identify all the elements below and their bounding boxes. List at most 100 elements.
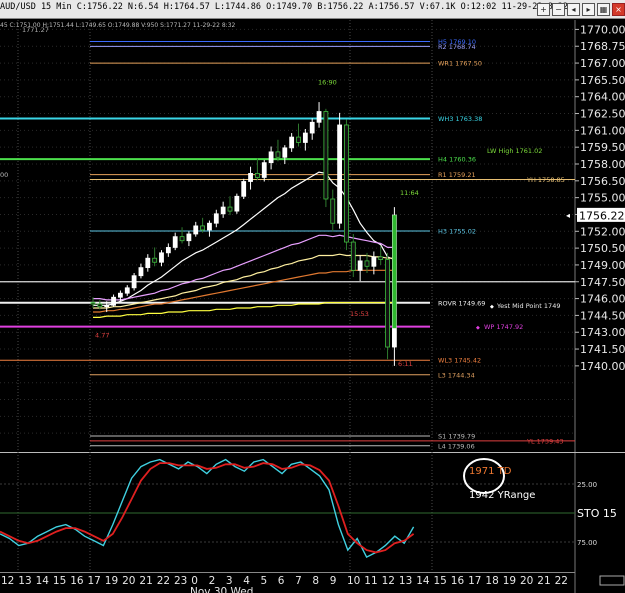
x-tick-label: 23 [174,575,187,587]
candlestick [234,195,240,212]
candlestick [337,124,343,224]
chart-annotation: 4.77 [95,332,109,340]
candlestick [138,267,144,277]
y-tick-label: 1750.50 [580,242,625,255]
sto-tick-label: 25.00 [577,481,597,489]
candlestick [344,124,349,243]
candlestick [213,213,219,224]
candlestick [118,292,123,298]
y-tick-label: 1741.50 [580,343,625,356]
sto-annotation: 1942 YRange [469,490,535,501]
level-label: L3 1744.34 [438,371,475,379]
level-label: ROVR 1749.69 [438,299,485,307]
x-tick-label: 16 [451,575,465,587]
x-tick-label: 15 [53,575,66,587]
candlestick [350,241,356,271]
level-label: R2 1768.74 [438,43,476,51]
level-label: WL3 1745.42 [438,357,481,365]
y-tick-label: 1759.50 [580,141,625,154]
marker-icon: ◆ [490,304,494,310]
chart-annotation: 16:90 [318,79,337,87]
x-tick-label: 10 [347,575,360,587]
candlestick [275,151,281,158]
x-tick-label: 20 [122,575,135,587]
x-tick-label: 12 [382,575,395,587]
x-tick-label: 19 [105,575,118,587]
chart-annotation: 11:64 [400,189,419,197]
candlestick [254,173,260,178]
y-tick-label: 1764.00 [580,91,625,104]
candlestick [248,173,253,182]
candlestick [385,259,390,348]
candlestick [357,260,363,271]
x-tick-label: 13 [18,575,31,587]
candlestick [261,162,267,178]
candlestick [378,256,384,260]
candlestick [309,121,315,134]
level-label: Yest Mid Point 1749 [496,302,560,310]
sto-series-line [0,458,415,559]
y-tick-label: 1746.00 [580,293,625,306]
x-tick-label: 7 [295,575,302,587]
candlestick [364,260,370,267]
y-tick-label: 1761.00 [580,124,625,137]
y-tick-label: 1747.50 [580,276,625,289]
moving-average-line [93,253,395,309]
candlestick [179,236,185,242]
candlestick [152,257,158,263]
y-tick-label: 1758.00 [580,158,625,171]
level-label: H3 1755.02 [438,228,476,236]
last-candle-highlight [392,215,397,329]
y-tick-label: 1749.00 [580,259,625,272]
x-date-label: Nov 30 Wed [190,586,253,593]
candlestick [316,111,322,123]
y-tick-label: 1762.50 [580,108,625,121]
candlestick [323,111,329,200]
x-tick-label: 9 [330,575,337,587]
x-tick-label: 14 [36,575,50,587]
candlestick [90,302,96,305]
candlestick [296,136,301,143]
sto-series-line [0,462,415,554]
level-label: WR1 1767.50 [438,60,482,68]
x-tick-label: 8 [312,575,319,587]
y-tick-label: 1752.00 [580,225,625,238]
x-tick-label: 17 [88,575,101,587]
last-price-label: 1756.22 [579,209,625,222]
candlestick [97,303,103,308]
axis-scroll-icon [599,575,625,586]
x-tick-label: 21 [139,575,152,587]
x-tick-label: 16 [70,575,84,587]
x-tick-label: 17 [468,575,481,587]
y-tick-label: 1744.50 [580,309,625,322]
candlestick [371,256,377,267]
chart-annotation: 15:53 [350,310,369,318]
level-label: LW High 1761.02 [487,147,542,155]
y-tick-label: 1743.00 [580,326,625,339]
candlestick [330,198,336,224]
candlestick [200,225,206,231]
level-label: L4 1739.06 [438,442,475,450]
chart-annotation: 6:11 [398,360,413,368]
candlestick [172,236,178,248]
candlestick [193,225,199,235]
sto-annotation: 1971 TD [469,466,512,477]
y-tick-label: 1756.50 [580,175,625,188]
y-tick-label: 1767.00 [580,57,625,70]
level-label: S1 1739.79 [438,432,475,440]
y-tick-label: 1765.50 [580,74,625,87]
sto-tick-label: 75.00 [577,539,597,547]
x-tick-label: 18 [485,575,498,587]
candlestick [289,136,295,149]
x-tick-label: 20 [520,575,533,587]
x-tick-label: 6 [278,575,285,587]
x-tick-label: 22 [157,575,170,587]
x-tick-label: 14 [416,575,430,587]
level-label: R1 1759.21 [438,171,476,179]
candlestick [111,296,116,306]
x-tick-label: 22 [555,575,568,587]
x-tick-label: 15 [434,575,447,587]
moving-average-line [93,234,395,301]
candlestick [227,206,233,212]
level-label: WH3 1763.38 [438,115,482,123]
